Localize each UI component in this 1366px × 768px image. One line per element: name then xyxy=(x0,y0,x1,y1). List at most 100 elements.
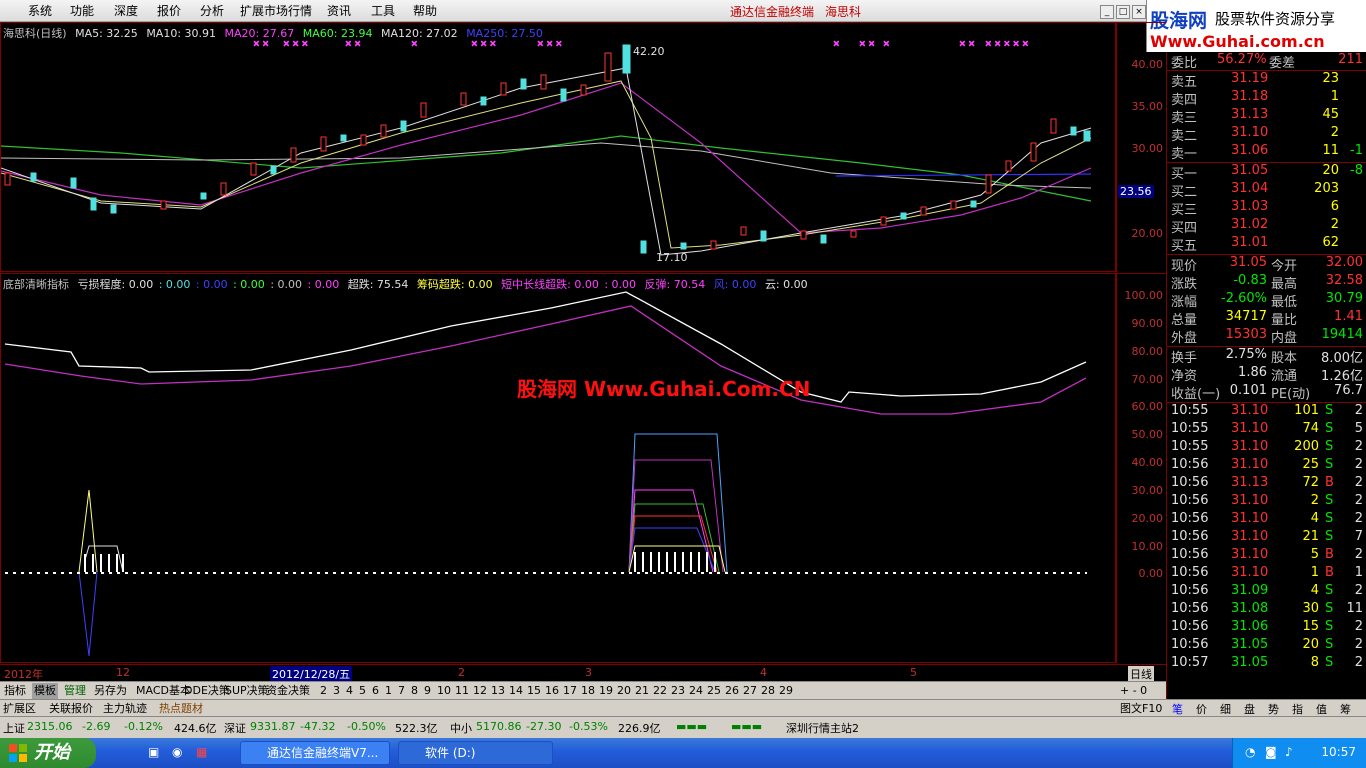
quote-tab-5[interactable]: 指 xyxy=(1292,701,1303,717)
tab-indicator-7[interactable]: 资金决策 xyxy=(264,683,312,699)
menu-item-function[interactable]: 功能 xyxy=(70,3,94,19)
tab-hot-topic[interactable]: 热点题材 xyxy=(159,701,203,716)
tick-price: 31.09 xyxy=(1231,583,1269,598)
tab-template-5[interactable]: 5 xyxy=(357,683,368,699)
tab-template-23[interactable]: 23 xyxy=(669,683,687,699)
quicklaunch-icon[interactable]: ▣ xyxy=(148,745,159,759)
tab-template-4[interactable]: 4 xyxy=(344,683,355,699)
quote-stat-row: 涨跌 -0.83 最高 32.58 xyxy=(1167,273,1366,292)
indicator-axis: 100.00 90.00 80.00 70.00 60.00 50.00 40.… xyxy=(1116,273,1166,663)
f10-button[interactable]: 图文F10 xyxy=(1120,701,1162,716)
tab-template-9[interactable]: 9 xyxy=(422,683,433,699)
indicator-chart-panel[interactable]: 底部清晰指标 亏损程度: 0.00 : 0.00 : 0.00 : 0.00 :… xyxy=(0,273,1116,663)
start-button[interactable]: 开始 xyxy=(0,738,96,768)
tab-template-7[interactable]: 7 xyxy=(396,683,407,699)
tab-template-25[interactable]: 25 xyxy=(705,683,723,699)
bid-row: 买二 31.04 203 xyxy=(1167,181,1366,200)
tab-template-28[interactable]: 28 xyxy=(759,683,777,699)
tray-icon[interactable]: ◔ xyxy=(1245,745,1255,759)
taskbar-item-tdx[interactable]: 通达信金融终端V7... xyxy=(240,741,390,765)
tab-template-8[interactable]: 8 xyxy=(409,683,420,699)
tab-indicator-2[interactable]: 管理 xyxy=(62,683,88,699)
tab-template-27[interactable]: 27 xyxy=(741,683,759,699)
quote-tab-4[interactable]: 势 xyxy=(1268,701,1279,717)
quote-tab-2[interactable]: 细 xyxy=(1220,701,1231,717)
zoom-controls[interactable]: + - 0 xyxy=(1118,683,1149,699)
tray-icon[interactable]: ◙ xyxy=(1265,745,1277,759)
tab-template-3[interactable]: 3 xyxy=(331,683,342,699)
bid-price: 31.03 xyxy=(1231,199,1269,214)
period-label[interactable]: 日线 xyxy=(1128,666,1154,682)
stat-label: 外盘 xyxy=(1171,331,1198,346)
volume-icon[interactable]: ♪ xyxy=(1285,745,1293,759)
tick-time: 10:56 xyxy=(1171,619,1209,634)
tab-ext-area[interactable]: 扩展区 xyxy=(3,701,36,716)
menu-item-info[interactable]: 资讯 xyxy=(327,3,351,19)
bid-price: 31.01 xyxy=(1231,235,1269,250)
tab-template-10[interactable]: 10 xyxy=(435,683,453,699)
tab-template-24[interactable]: 24 xyxy=(687,683,705,699)
menu-item-depth[interactable]: 深度 xyxy=(114,3,138,19)
menu-item-system[interactable]: 系统 xyxy=(28,3,52,19)
sz-index-change: -47.32 xyxy=(300,720,336,733)
fundamental-row: 换手 2.75% 股本 8.00亿 xyxy=(1167,347,1366,366)
ind-tick: 20.00 xyxy=(1131,512,1164,525)
tick-trade-row: 10:56 31.10 21 S 7 xyxy=(1167,529,1366,547)
tab-template-2[interactable]: 2 xyxy=(318,683,329,699)
tab-template-17[interactable]: 17 xyxy=(561,683,579,699)
price-chart-panel[interactable]: 海思科(日线) MA5: 32.25 MA10: 30.91 MA20: 27.… xyxy=(0,22,1116,272)
quote-tab-6[interactable]: 值 xyxy=(1316,701,1327,717)
tab-related-quote[interactable]: 关联报价 xyxy=(49,701,93,716)
tab-template-21[interactable]: 21 xyxy=(633,683,651,699)
tab-template-13[interactable]: 13 xyxy=(489,683,507,699)
tab-template-15[interactable]: 15 xyxy=(525,683,543,699)
tab-template-22[interactable]: 22 xyxy=(651,683,669,699)
server-name[interactable]: 深圳行情主站2 xyxy=(786,720,859,736)
tab-template-1[interactable]: 1 xyxy=(383,683,394,699)
bid-volume: 62 xyxy=(1322,235,1339,250)
tab-main-track[interactable]: 主力轨迹 xyxy=(103,701,147,716)
tick-count: 5 xyxy=(1354,421,1363,436)
quote-stat-row: 外盘 15303 内盘 19414 xyxy=(1167,327,1366,346)
tab-template-29[interactable]: 29 xyxy=(777,683,795,699)
quote-tab-7[interactable]: 筹 xyxy=(1340,701,1351,717)
stat-value: 34717 xyxy=(1225,309,1267,324)
minimize-icon[interactable]: _ xyxy=(1100,5,1114,19)
tab-indicator-0[interactable]: 指标 xyxy=(2,683,28,699)
quicklaunch-icon[interactable]: ◉ xyxy=(172,745,182,759)
tab-template-20[interactable]: 20 xyxy=(615,683,633,699)
tab-template-6[interactable]: 6 xyxy=(370,683,381,699)
tab-template-16[interactable]: 16 xyxy=(543,683,561,699)
tab-template-12[interactable]: 12 xyxy=(471,683,489,699)
close-icon[interactable]: × xyxy=(1132,5,1146,19)
taskbar-item-folder[interactable]: 软件 (D:) xyxy=(398,741,553,765)
quote-tab-1[interactable]: 价 xyxy=(1196,701,1207,717)
price-axis: 40.00 35.00 30.00 23.56 20.00 xyxy=(1116,22,1166,272)
tab-template-11[interactable]: 11 xyxy=(453,683,471,699)
cursor-date-label: 2012/12/28/五 xyxy=(270,666,353,682)
tab-template-19[interactable]: 19 xyxy=(597,683,615,699)
tick-price: 31.10 xyxy=(1231,547,1269,562)
app-title: 通达信金融终端 xyxy=(730,5,815,19)
quote-tab-3[interactable]: 盘 xyxy=(1244,701,1255,717)
menu-item-tools[interactable]: 工具 xyxy=(371,3,395,19)
tick-price: 31.10 xyxy=(1231,439,1269,454)
quote-stat-row: 涨幅 -2.60% 最低 30.79 xyxy=(1167,291,1366,310)
quote-tab-0[interactable]: 笔 xyxy=(1172,701,1183,717)
tab-template-18[interactable]: 18 xyxy=(579,683,597,699)
tab-indicator-3[interactable]: 另存为 xyxy=(92,683,129,699)
menu-item-analysis[interactable]: 分析 xyxy=(200,3,224,19)
svg-text:× × ×: × × × xyxy=(537,39,562,48)
quicklaunch-icon[interactable]: ▦ xyxy=(196,745,207,759)
tick-direction: S xyxy=(1325,439,1334,454)
tab-indicator-1[interactable]: 模板 xyxy=(32,683,58,699)
menu-item-ext-market[interactable]: 扩展市场行情 xyxy=(240,3,312,19)
menu-item-help[interactable]: 帮助 xyxy=(413,3,437,19)
menu-item-quote[interactable]: 报价 xyxy=(157,3,181,19)
stat-label: 内盘 xyxy=(1271,331,1298,346)
tick-volume: 5 xyxy=(1310,547,1319,562)
tab-template-14[interactable]: 14 xyxy=(507,683,525,699)
tick-volume: 101 xyxy=(1294,403,1319,418)
tab-template-26[interactable]: 26 xyxy=(723,683,741,699)
restore-icon[interactable]: □ xyxy=(1116,5,1130,19)
